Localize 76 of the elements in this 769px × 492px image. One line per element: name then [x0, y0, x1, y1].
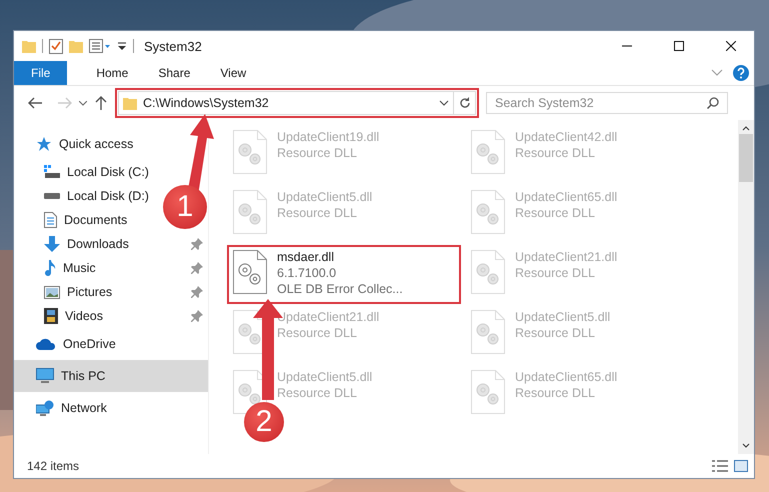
dll-file-icon	[471, 370, 505, 414]
network-icon	[36, 400, 54, 416]
star-icon	[36, 136, 52, 152]
pin-icon[interactable]	[191, 310, 203, 322]
ribbon-tab[interactable]: View	[205, 61, 262, 85]
file-name[interactable]: msdaer.dll	[277, 250, 403, 264]
search-field[interactable]: Search System32	[486, 92, 728, 114]
drive-icon	[44, 165, 60, 179]
scroll-down-icon[interactable]	[742, 442, 750, 450]
dll-file-icon	[471, 130, 505, 174]
picture-icon	[44, 286, 60, 298]
address-field[interactable]: C:\Windows\System32	[118, 91, 454, 115]
close-icon	[726, 41, 736, 51]
monitor-icon	[36, 368, 54, 384]
music-note-icon	[44, 260, 56, 276]
expand-ribbon-icon[interactable]	[711, 69, 723, 77]
view-icon[interactable]	[89, 39, 111, 53]
dll-file-icon	[471, 310, 505, 354]
item-count: 142 items	[27, 459, 80, 473]
file-detail: Resource DLL	[515, 206, 596, 220]
file-detail: Resource DLL	[515, 386, 596, 400]
download-arrow-icon	[44, 236, 60, 252]
pin-icon[interactable]	[191, 286, 203, 298]
file-detail: Resource DLL	[277, 146, 358, 160]
caret-icon	[79, 100, 87, 106]
file-detail: Resource DLL	[515, 146, 596, 160]
back-arrow-icon	[28, 97, 42, 109]
dll-file-icon	[471, 250, 505, 294]
help-icon[interactable]	[733, 65, 749, 81]
sidebar-item[interactable]: Music	[63, 261, 96, 275]
address-path: C:\Windows\System32	[143, 96, 270, 110]
customize-arrow-icon[interactable]	[117, 41, 127, 51]
file-detail: Resource DLL	[515, 266, 596, 280]
file-detail: 6.1.7100.0	[277, 266, 338, 280]
dropdown-icon[interactable]	[439, 100, 449, 106]
up-arrow-icon	[95, 96, 107, 110]
dll-file-icon	[471, 190, 505, 234]
sidebar-item[interactable]: Downloads	[67, 237, 129, 251]
properties-icon[interactable]	[49, 38, 63, 54]
file-detail: OLE DB Error Collec...	[277, 282, 403, 296]
file-detail: Resource DLL	[277, 206, 358, 220]
file-detail: Resource DLL	[515, 326, 596, 340]
maximize-icon	[674, 41, 684, 51]
search-icon[interactable]	[707, 97, 719, 109]
dll-file-icon	[233, 250, 267, 294]
sidebar-item[interactable]: Local Disk (C:)	[67, 165, 149, 179]
sidebar-item[interactable]: OneDrive	[63, 337, 116, 351]
large-icons-view-icon[interactable]	[734, 460, 748, 472]
pin-icon[interactable]	[191, 262, 203, 274]
cloud-icon	[36, 338, 56, 350]
sidebar-item[interactable]: This PC	[61, 369, 106, 383]
details-view-icon[interactable]	[712, 460, 728, 472]
file-detail: Resource DLL	[277, 326, 358, 340]
sidebar-item[interactable]: Quick access	[59, 137, 134, 151]
ribbon-tab[interactable]: Share	[143, 61, 206, 85]
sidebar-item[interactable]: Documents	[64, 213, 128, 227]
sidebar-item[interactable]: Local Disk (D:)	[67, 189, 149, 203]
scroll-thumb[interactable]	[739, 134, 753, 182]
refresh-icon	[458, 97, 470, 109]
refresh-button[interactable]	[454, 91, 476, 115]
drive-icon	[44, 192, 60, 200]
folder-icon	[123, 96, 137, 110]
dll-file-icon	[233, 130, 267, 174]
window-title: System32	[144, 38, 203, 54]
ribbon-tab[interactable]: Home	[81, 61, 144, 85]
pin-icon[interactable]	[191, 238, 203, 250]
forward-arrow-icon	[58, 97, 72, 109]
sidebar-item[interactable]: Pictures	[67, 285, 112, 299]
sidebar-item[interactable]: Videos	[65, 309, 103, 323]
document-icon	[44, 212, 57, 228]
film-icon	[44, 308, 58, 324]
dll-file-icon	[233, 190, 267, 234]
scroll-up-icon[interactable]	[742, 124, 750, 132]
sidebar-item[interactable]: Network	[61, 401, 107, 415]
file-detail: Resource DLL	[277, 386, 358, 400]
scrollbar[interactable]	[738, 120, 754, 454]
